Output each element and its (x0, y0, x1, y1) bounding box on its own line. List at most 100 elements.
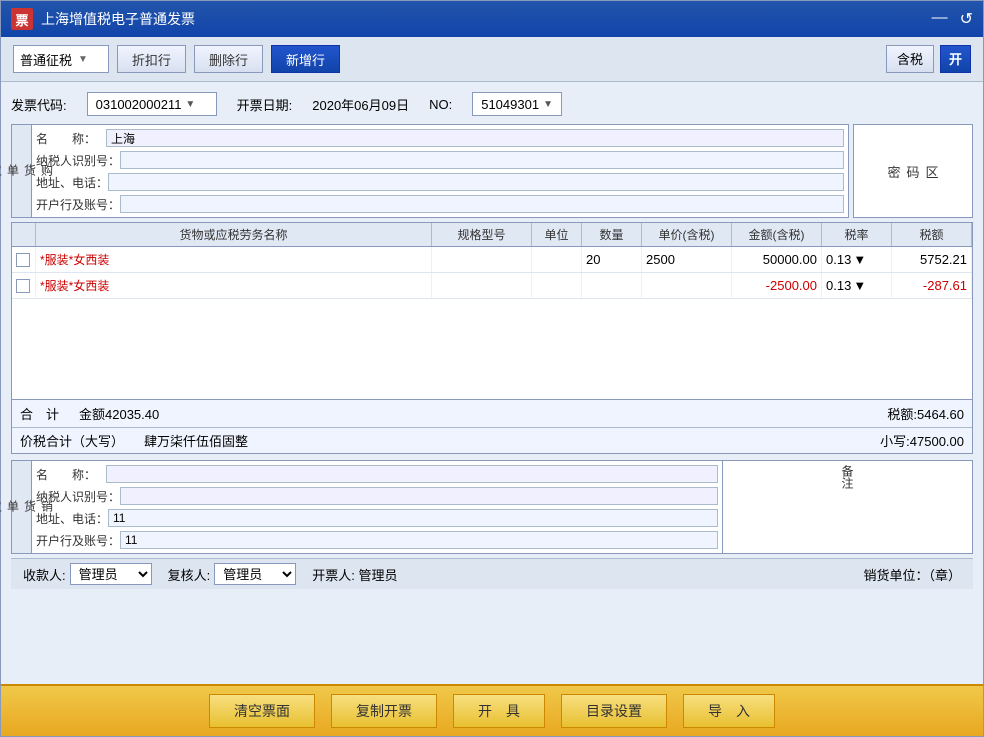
row1-checkbox-cell (12, 247, 36, 272)
row1-taxamount-cell: 5752.21 (892, 247, 972, 272)
tax-type-arrow: ▼ (78, 54, 88, 65)
row1-checkbox[interactable] (16, 253, 30, 267)
seller-label: 销货单位 (12, 461, 32, 553)
row1-name-cell: *服装*女西装 (36, 247, 432, 272)
tax-open-toggle[interactable]: 开 (940, 45, 971, 73)
buyer-box: 购货单位 名 称： 纳税人识别号： 地址、电话： 开 (11, 124, 849, 218)
totals-small: 小写:47500.00 (880, 431, 964, 450)
buyer-bank-row: 开户行及账号： (36, 193, 844, 215)
seller-address-input[interactable] (108, 509, 718, 527)
tax-type-select[interactable]: 普通征税 ▼ (13, 45, 109, 73)
unit-label: 销货单位：（章） (863, 568, 961, 583)
buyer-name-row: 名 称： (36, 127, 844, 149)
row1-spec-cell (432, 247, 532, 272)
invoice-date-label: 开票日期: (237, 95, 293, 114)
secret-labels: 密 码 区 (887, 162, 938, 181)
items-table: 货物或应税劳务名称 规格型号 单位 数量 单价(含税) 金额(含税) 税率 税额… (11, 222, 973, 454)
col-amount: 金额(含税) (732, 223, 822, 246)
seller-address-row: 地址、电话： (36, 507, 718, 529)
totals-label: 合 计 (20, 404, 59, 423)
buyer-address-input[interactable] (108, 173, 844, 191)
row1-taxrate-select[interactable]: 0.13 ▼ (826, 252, 866, 267)
tax-include-button[interactable]: 含税 (886, 45, 934, 73)
collector-select[interactable]: 管理员 (70, 563, 152, 585)
seller-section: 销货单位 名 称： 纳税人识别号： 地址、电话： 开户行及账号： (11, 460, 973, 554)
row2-amount: -2500.00 (766, 278, 817, 293)
row2-name-cell: *服装*女西装 (36, 273, 432, 298)
copy-button[interactable]: 复制开票 (331, 694, 437, 728)
buyer-name-label: 名 称： (36, 130, 106, 147)
row1-taxrate-arrow: ▼ (853, 252, 866, 267)
issuer-value: 管理员 (359, 568, 398, 583)
issuer-wrap: 开票人: 管理员 (312, 565, 397, 584)
buyer-bank-input[interactable] (120, 195, 844, 213)
reviewer-label: 复核人: (168, 565, 211, 584)
table-row: *服装*女西装 -2500.00 0.13 ▼ -287.61 (12, 273, 972, 299)
row1-taxrate-cell: 0.13 ▼ (822, 247, 892, 272)
new-row-button[interactable]: 新增行 (271, 45, 340, 73)
row2-taxrate-select[interactable]: 0.13 ▼ (826, 278, 866, 293)
reviewer-wrap: 复核人: 管理员 (168, 563, 297, 585)
invoice-code-label: 发票代码: (11, 95, 67, 114)
seller-taxid-input[interactable] (120, 487, 718, 505)
row2-checkbox[interactable] (16, 279, 30, 293)
row1-amount: 50000.00 (763, 252, 817, 267)
minimize-button[interactable]: — (932, 9, 948, 29)
buyer-taxid-label: 纳税人识别号： (36, 152, 120, 169)
row1-qty-cell: 20 (582, 247, 642, 272)
buyer-section: 购货单位 名 称： 纳税人识别号： 地址、电话： 开 (11, 124, 973, 218)
invoice-no-box[interactable]: 51049301 ▼ (472, 92, 562, 116)
secret-label-2: 码 (906, 162, 919, 181)
row1-amount-cell: 50000.00 (732, 247, 822, 272)
collector-wrap: 收款人: 管理员 (23, 563, 152, 585)
buyer-address-label: 地址、电话： (36, 174, 108, 191)
col-tax-rate: 税率 (822, 223, 892, 246)
main-window: 票 上海增值税电子普通发票 — ↺ 普通征税 ▼ 折扣行 删除行 新增行 含税 … (0, 0, 984, 737)
close-button[interactable]: ↺ (960, 9, 973, 29)
invoice-code-box[interactable]: 031002000211 ▼ (87, 92, 217, 116)
seller-bank-row: 开户行及账号： (36, 529, 718, 551)
seller-address-label: 地址、电话： (36, 510, 108, 527)
catalog-button[interactable]: 目录设置 (561, 694, 667, 728)
col-unit: 单位 (532, 223, 582, 246)
buyer-bank-label: 开户行及账号： (36, 196, 120, 213)
tax-type-label: 普通征税 (20, 50, 72, 69)
delete-row-button[interactable]: 删除行 (194, 45, 263, 73)
col-tax-amount: 税额 (892, 223, 972, 246)
totals-tax: 税额:5464.60 (887, 404, 964, 423)
seller-bank-input[interactable] (120, 531, 718, 549)
row1-taxrate-val: 0.13 (826, 252, 851, 267)
discount-row-button[interactable]: 折扣行 (117, 45, 186, 73)
buyer-taxid-row: 纳税人识别号： (36, 149, 844, 171)
totals-amount: 金额42035.40 (79, 404, 159, 423)
issue-button[interactable]: 开 具 (453, 694, 545, 728)
toolbar: 普通征税 ▼ 折扣行 删除行 新增行 含税 开 (1, 37, 983, 82)
totals-row: 合 计 金额42035.40 税额:5464.60 (12, 399, 972, 427)
row2-name: *服装*女西装 (40, 277, 109, 294)
seller-fields: 名 称： 纳税人识别号： 地址、电话： 开户行及账号： (32, 461, 722, 553)
invoice-no-label: NO: (429, 97, 452, 112)
row2-amount-cell: -2500.00 (732, 273, 822, 298)
col-spec: 规格型号 (432, 223, 532, 246)
buyer-taxid-input[interactable] (120, 151, 844, 169)
invoice-date-value: 2020年06月09日 (312, 95, 409, 114)
row1-unitprice-cell: 2500 (642, 247, 732, 272)
empty-rows (12, 299, 972, 399)
buyer-fields: 名 称： 纳税人识别号： 地址、电话： 开户行及账号： (32, 125, 848, 217)
row2-taxamount: -287.61 (923, 278, 967, 293)
import-button[interactable]: 导 入 (683, 694, 775, 728)
clear-button[interactable]: 清空票面 (209, 694, 315, 728)
table-row: *服装*女西装 20 2500 50000.00 0.13 ▼ 5752.21 (12, 247, 972, 273)
buyer-name-input[interactable] (106, 129, 844, 147)
seller-name-input[interactable] (106, 465, 718, 483)
invoice-code-value: 031002000211 (96, 97, 182, 112)
title-bar: 票 上海增值税电子普通发票 — ↺ (1, 1, 983, 37)
row2-checkbox-cell (12, 273, 36, 298)
totals-capital-text: 肆万柒仟伍佰固整 (144, 431, 248, 450)
seller-taxid-row: 纳税人识别号： (36, 485, 718, 507)
main-content: 发票代码: 031002000211 ▼ 开票日期: 2020年06月09日 N… (1, 82, 983, 684)
reviewer-select[interactable]: 管理员 (214, 563, 296, 585)
invoice-no-arrow: ▼ (543, 99, 553, 110)
invoice-header: 发票代码: 031002000211 ▼ 开票日期: 2020年06月09日 N… (11, 88, 973, 120)
buyer-address-row: 地址、电话： (36, 171, 844, 193)
